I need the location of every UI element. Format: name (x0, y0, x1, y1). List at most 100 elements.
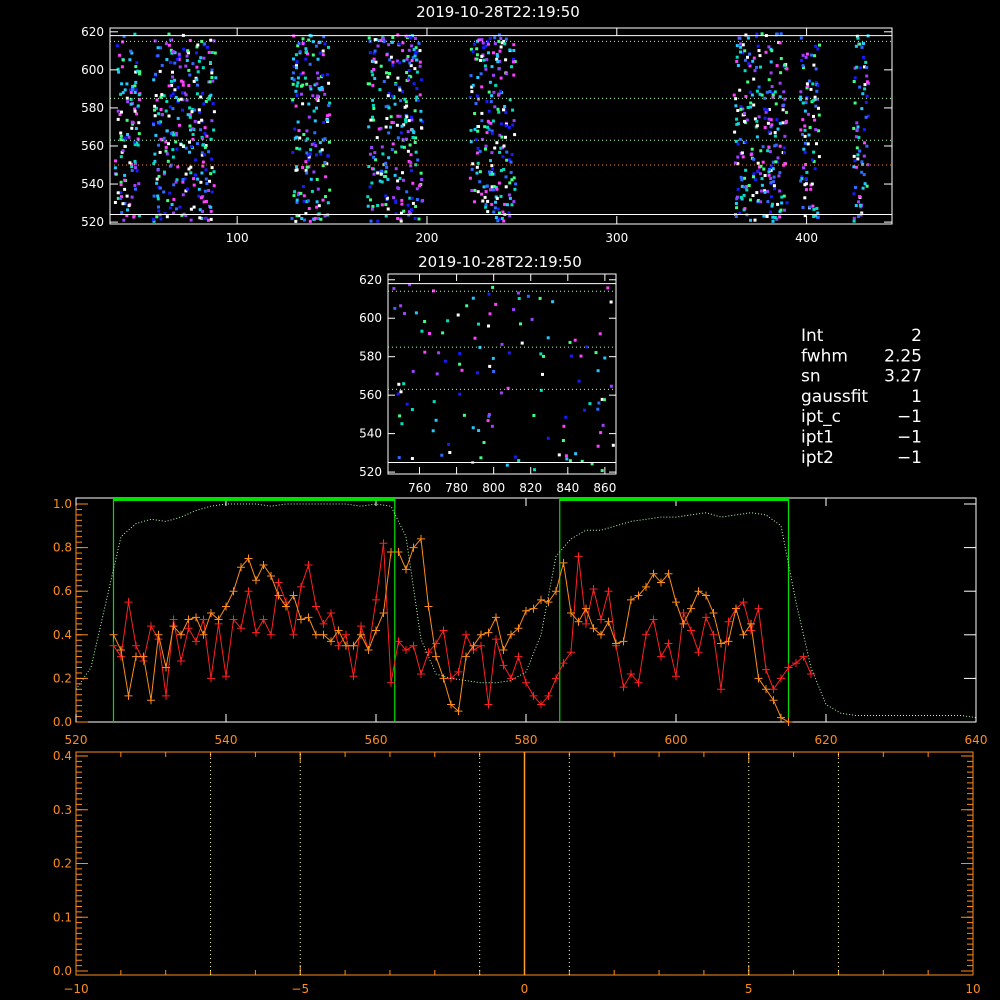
top-image-pixel (120, 211, 124, 214)
top-image-pixel (486, 42, 490, 46)
top-image-pixel (499, 89, 502, 93)
profile-data-point (349, 672, 358, 681)
top-image-pixel (197, 59, 201, 63)
top-image-pixel (501, 155, 505, 159)
top-image-pixel (169, 79, 173, 83)
top-image-pixel (294, 104, 298, 108)
top-image-pixel (321, 198, 325, 202)
profile-data-point (267, 571, 275, 580)
top-image-pixel (801, 64, 805, 68)
profile-data-point (522, 606, 530, 615)
top-image-pixel (493, 206, 497, 210)
top-image-pixel (767, 117, 771, 121)
top-image-pixel (385, 71, 388, 75)
top-image-pixel (783, 208, 786, 212)
top-image-pixel (409, 64, 413, 68)
top-image-pixel (165, 58, 169, 61)
top-image-pixel (490, 94, 494, 98)
top-image-pixel (779, 208, 783, 212)
top-image-pixel (129, 102, 133, 106)
profile-data-point (222, 602, 230, 611)
top-image-pixel (367, 165, 371, 168)
top-image-pixel (417, 98, 421, 102)
top-image-pixel (411, 181, 415, 185)
top-image-pixel (203, 189, 207, 193)
top-image-pixel (294, 219, 298, 223)
top-image-pixel (496, 54, 499, 58)
profile-data-point (769, 696, 778, 705)
top-image-pixel (853, 159, 857, 163)
top-image-pixel (482, 46, 486, 50)
top-image-pixel (763, 126, 767, 129)
top-image-pixel (497, 67, 501, 71)
top-image-pixel (507, 125, 511, 129)
profile-data-point (147, 622, 155, 631)
top-image-pixel (296, 120, 300, 124)
top-image-pixel (301, 71, 305, 75)
top-image-pixel (189, 207, 193, 211)
top-image-pixel (490, 65, 494, 69)
top-image-pixel (809, 187, 813, 191)
zoom-image-ytick-label: 560 (359, 388, 382, 402)
top-image-pixel (210, 71, 214, 75)
zoom-image-xtick-label: 820 (519, 481, 542, 495)
top-image-pixel (386, 177, 390, 181)
top-image-pixel (738, 36, 742, 40)
zoom-image-pixel (588, 402, 592, 406)
top-image-pixel (761, 145, 765, 149)
top-image-pixel (475, 171, 479, 175)
top-image-pixel (775, 64, 779, 68)
zoom-image-pixel (568, 459, 572, 463)
top-image-pixel (204, 200, 208, 203)
top-image-pixel (184, 64, 188, 68)
top-image-pixel (120, 65, 124, 69)
zoom-image-pixel (410, 457, 414, 460)
top-image-pixel (158, 186, 162, 190)
top-image-pixel (417, 217, 421, 221)
top-image-pixel (502, 108, 505, 112)
top-image-pixel (502, 144, 506, 148)
profile-data-point (687, 604, 695, 613)
top-image-pixel (774, 143, 778, 147)
top-image-pixel (313, 131, 317, 135)
top-image-pixel (759, 65, 762, 69)
top-image-pixel (373, 77, 377, 80)
top-image-pixel (380, 169, 384, 173)
zoom-image-pixel (569, 354, 573, 358)
top-image-pixel (776, 156, 780, 160)
top-image-pixel (801, 206, 805, 209)
top-image-pixel (855, 128, 859, 132)
top-image-pixel (420, 178, 424, 181)
zoom-image-pixel (440, 453, 444, 457)
top-image-pixel (369, 219, 373, 223)
top-image-pixel (816, 215, 820, 219)
top-image-pixel (852, 219, 856, 223)
top-image-pixel (385, 165, 389, 169)
top-image-pixel (318, 141, 322, 145)
top-image-pixel (766, 200, 770, 204)
top-image-pixel (372, 68, 376, 71)
zoom-image-pixel (456, 313, 460, 317)
top-image-pixel (735, 117, 739, 121)
zoom-image-xtick-label: 840 (556, 481, 579, 495)
top-image-pixel (378, 179, 382, 183)
top-image-pixel (762, 107, 766, 111)
top-image-pixel (152, 123, 155, 127)
profile-xtick-label: 540 (215, 733, 238, 747)
top-image-pixel (856, 157, 860, 161)
top-image-pixel (175, 207, 178, 211)
top-image-pixel (475, 94, 479, 98)
profile-data-point (349, 641, 358, 650)
top-image-pixel (512, 200, 516, 204)
top-image-pixel (817, 155, 821, 159)
zoom-image-pixel (513, 455, 517, 459)
top-image-pixel (801, 53, 805, 57)
zoom-image-pixel (499, 391, 503, 395)
top-image-pixel (325, 73, 329, 77)
profile-data-point (252, 576, 260, 585)
top-image-pixel (392, 196, 396, 200)
top-image-pixel (420, 78, 424, 82)
top-image-pixel (294, 168, 298, 172)
top-image-pixel (775, 118, 779, 122)
zoom-image-pixel (403, 312, 406, 315)
